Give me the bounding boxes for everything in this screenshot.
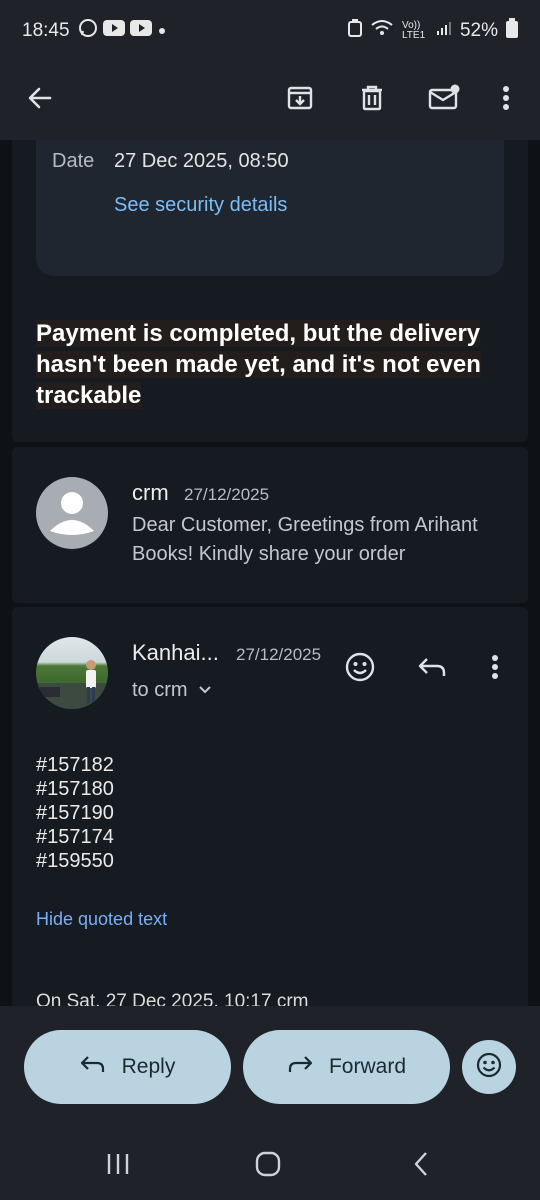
security-details-link[interactable]: See security details xyxy=(114,194,287,217)
mark-unread-button[interactable] xyxy=(420,76,468,124)
message-thread[interactable]: Date 27 Dec 2025, 08:50 See security det… xyxy=(0,140,540,1006)
status-bar: 18:45 Vo)) LTE1 52% xyxy=(0,0,540,62)
nav-back-icon xyxy=(412,1151,430,1182)
recipient-text: to crm xyxy=(132,679,188,701)
more-options-button[interactable] xyxy=(482,76,530,124)
order-number: #159550 xyxy=(36,850,114,872)
emoji-reaction-button[interactable] xyxy=(462,1040,516,1094)
back-icon xyxy=(26,84,54,117)
reply-button[interactable]: Reply xyxy=(24,1030,231,1104)
reply-label: Reply xyxy=(121,1055,176,1078)
avatar[interactable] xyxy=(36,477,108,549)
archive-icon xyxy=(286,84,314,117)
reply-icon xyxy=(417,655,447,684)
more-icon xyxy=(502,84,510,117)
notification-dot-icon xyxy=(157,20,167,42)
sender-name: Kanhai... xyxy=(132,640,219,665)
message-date: 27/12/2025 xyxy=(184,485,270,504)
date-label: Date xyxy=(52,150,95,172)
more-icon xyxy=(491,653,499,686)
delete-button[interactable] xyxy=(348,76,396,124)
emoji-icon xyxy=(475,1051,503,1084)
message-snippet: Dear Customer, Greetings from Arihant Bo… xyxy=(132,514,478,565)
reply-action-bar: Reply Forward xyxy=(0,1006,540,1130)
email-subject: Payment is completed, but the delivery h… xyxy=(36,318,506,411)
message-toolbar xyxy=(0,62,540,140)
network-label: Vo)) LTE1 xyxy=(401,20,426,41)
message-date: 27/12/2025 xyxy=(236,645,322,664)
forward-button[interactable]: Forward xyxy=(243,1030,450,1104)
forward-icon xyxy=(287,1054,313,1080)
battery-saver-icon xyxy=(347,19,362,43)
order-number: #157174 xyxy=(36,826,114,848)
message-body: #157182 #157180 #157190 #157174 #159550 xyxy=(36,753,114,873)
date-value: 27 Dec 2025, 08:50 xyxy=(114,150,289,172)
delete-icon xyxy=(358,84,386,117)
recents-icon xyxy=(105,1152,131,1181)
recipient-details-toggle[interactable]: to crm xyxy=(132,679,212,702)
battery-icon xyxy=(506,18,518,44)
hide-quoted-text-link[interactable]: Hide quoted text xyxy=(36,909,167,930)
reply-icon xyxy=(80,1054,106,1080)
back-button[interactable] xyxy=(16,76,64,124)
nav-back-button[interactable] xyxy=(396,1146,446,1186)
message-more-button[interactable] xyxy=(480,647,510,691)
person-icon xyxy=(50,492,94,535)
youtube-icon xyxy=(102,20,125,42)
wifi-icon xyxy=(370,19,394,43)
order-number: #157182 xyxy=(36,754,114,776)
emoji-icon xyxy=(344,651,376,688)
reply-icon-button[interactable] xyxy=(410,647,454,691)
avatar[interactable] xyxy=(36,637,108,709)
chevron-down-icon xyxy=(198,682,212,700)
status-time: 18:45 xyxy=(22,20,70,41)
recents-button[interactable] xyxy=(93,1146,143,1186)
youtube-icon xyxy=(129,20,152,42)
quoted-text: On Sat, 27 Dec 2025, 10:17 crm xyxy=(36,991,309,1006)
profile-photo xyxy=(36,660,108,709)
collapsed-message[interactable]: crm 27/12/2025 Dear Customer, Greetings … xyxy=(12,447,528,603)
message-details-box: Date 27 Dec 2025, 08:50 See security det… xyxy=(36,140,504,276)
archive-button[interactable] xyxy=(276,76,324,124)
email-subject-text: Payment is completed, but the delivery h… xyxy=(36,320,481,409)
battery-percent: 52% xyxy=(459,20,498,41)
system-navigation-bar xyxy=(0,1130,540,1200)
add-reaction-button[interactable] xyxy=(338,647,382,691)
whatsapp-icon xyxy=(78,18,98,44)
expanded-message: Kanhai... 27/12/2025 to crm #157182 #157… xyxy=(12,607,528,1006)
sender-name: crm xyxy=(132,480,169,505)
forward-label: Forward xyxy=(328,1055,407,1078)
order-number: #157190 xyxy=(36,802,114,824)
home-button[interactable] xyxy=(243,1146,293,1186)
home-icon xyxy=(255,1151,281,1182)
mark-unread-icon xyxy=(428,84,460,117)
signal-icon xyxy=(436,20,452,42)
order-number: #157180 xyxy=(36,778,114,800)
message-details-card: Date 27 Dec 2025, 08:50 See security det… xyxy=(12,140,528,442)
